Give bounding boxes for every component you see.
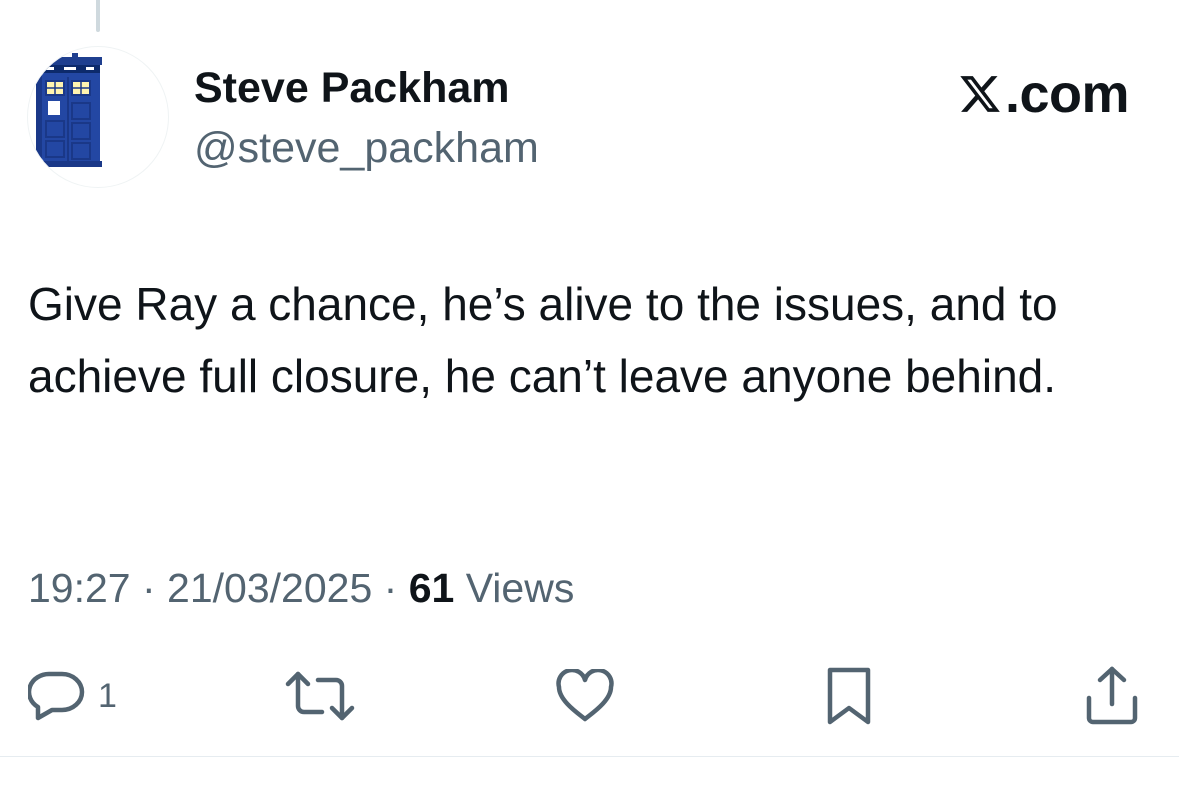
share-icon (1086, 666, 1138, 725)
brand-domain-label: .com (1004, 64, 1130, 124)
views-count: 61 (408, 565, 455, 611)
tweet-time[interactable]: 19:27 (28, 565, 131, 611)
tweet-actions-bar: 1 (0, 660, 1179, 732)
meta-separator: · (130, 565, 168, 611)
avatar[interactable] (27, 46, 169, 188)
reply-count: 1 (98, 677, 117, 715)
reply-button[interactable]: 1 (28, 660, 117, 732)
x-com-brand: .com (957, 64, 1130, 124)
like-button[interactable] (555, 660, 615, 732)
thread-connector-line (96, 0, 100, 32)
bookmark-icon (827, 667, 871, 725)
reply-icon (28, 671, 85, 721)
tweet-meta: 19:27 · 21/03/2025 · 61 Views (28, 562, 574, 614)
author-display-name[interactable]: Steve Packham (194, 62, 510, 114)
bookmark-button[interactable] (826, 660, 872, 732)
police-box-icon (32, 53, 102, 167)
tweet-divider (0, 756, 1179, 757)
x-logo-icon (960, 76, 1000, 112)
meta-separator: · (372, 565, 409, 611)
retweet-icon (285, 671, 355, 721)
heart-icon (556, 669, 614, 722)
tweet-date[interactable]: 21/03/2025 (167, 565, 372, 611)
author-handle[interactable]: @steve_packham (194, 122, 539, 174)
views-label: Views (465, 565, 575, 611)
retweet-button[interactable] (284, 660, 356, 732)
share-button[interactable] (1084, 660, 1140, 732)
tweet-text: Give Ray a chance, he’s alive to the iss… (28, 278, 1058, 402)
